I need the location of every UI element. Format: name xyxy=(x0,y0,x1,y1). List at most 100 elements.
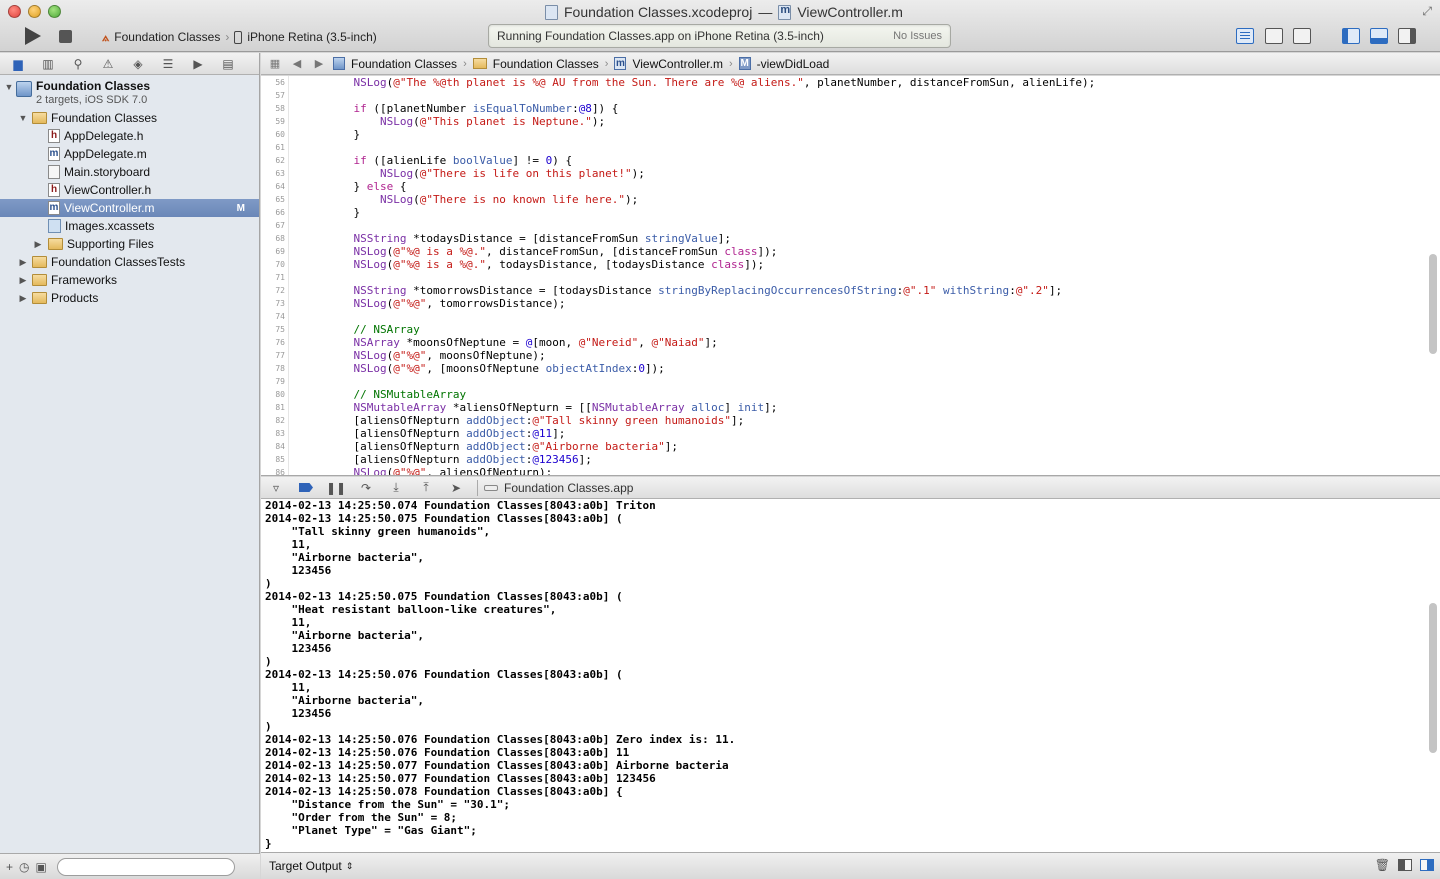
tree-item-label: ViewController.m xyxy=(64,201,155,215)
assistant-editor-button[interactable] xyxy=(1265,28,1283,44)
code-token: @"%@" xyxy=(393,362,427,375)
code-token: NSString xyxy=(353,284,407,297)
version-editor-button[interactable] xyxy=(1293,28,1311,44)
show-variables-view-button[interactable] xyxy=(1398,859,1412,871)
tree-item-frameworks[interactable]: ▶ Frameworks xyxy=(0,271,259,289)
step-over-button[interactable]: ↷ xyxy=(351,480,381,496)
code-line: NSLog(@"%@ is a %@.", distanceFromSun, [… xyxy=(327,245,1095,258)
project-navigator-tab-icon[interactable]: ▆ xyxy=(10,57,26,71)
breadcrumb-file[interactable]: ViewController.m xyxy=(632,57,722,71)
toggle-navigator-button[interactable] xyxy=(1342,28,1360,44)
standard-editor-button[interactable] xyxy=(1236,28,1254,44)
console-line: "Planet Type" = "Gas Giant"; xyxy=(265,824,477,837)
console-line: 11, xyxy=(265,616,312,629)
issue-navigator-tab-icon[interactable]: ⚠ xyxy=(100,57,116,71)
breakpoints-toggle-button[interactable] xyxy=(291,480,321,496)
code-token: , todaysDistance, [todaysDistance xyxy=(485,258,712,271)
disclosure-open-icon[interactable]: ▼ xyxy=(18,113,28,123)
run-button[interactable] xyxy=(22,26,44,46)
source-code[interactable]: NSLog(@"The %@th planet is %@ AU from th… xyxy=(327,76,1095,476)
simulate-location-button[interactable]: ➤ xyxy=(441,480,471,496)
breadcrumb-group[interactable]: Foundation Classes xyxy=(493,57,599,71)
tree-item-appdelegate-m[interactable]: m AppDelegate.m xyxy=(0,145,259,163)
related-items-icon[interactable]: ▦ xyxy=(267,57,283,70)
code-token: withString xyxy=(942,284,1010,297)
xcodeproj-icon xyxy=(545,4,558,20)
trash-icon[interactable]: 🗑 xyxy=(1375,858,1390,872)
code-token: [aliensOfNepturn xyxy=(327,440,467,453)
console-output[interactable]: 2014-02-13 14:25:50.074 Foundation Class… xyxy=(261,499,1440,852)
tree-item-label: Foundation Classes xyxy=(51,111,158,125)
zoom-window-button[interactable] xyxy=(48,5,61,18)
tree-item-appdelegate-h[interactable]: h AppDelegate.h xyxy=(0,127,259,145)
show-console-button[interactable] xyxy=(1420,859,1434,871)
tree-item-label: Products xyxy=(51,291,99,305)
forward-icon[interactable]: ▶ xyxy=(311,57,327,70)
pause-button[interactable]: ❚❚ xyxy=(321,480,351,496)
toggle-debug-area-button[interactable] xyxy=(1370,28,1388,44)
tree-item-foundation-classes-tests[interactable]: ▶ Foundation ClassesTests xyxy=(0,253,259,271)
pause-icon: ❚❚ xyxy=(325,480,347,495)
tree-item-products[interactable]: ▶ Products xyxy=(0,289,259,307)
minimize-window-button[interactable] xyxy=(28,5,41,18)
code-token: : xyxy=(572,102,579,115)
code-token: ]; xyxy=(704,336,718,349)
tree-item-viewcontroller-h[interactable]: h ViewController.h xyxy=(0,181,259,199)
symbol-navigator-tab-icon[interactable]: ▥ xyxy=(40,57,56,71)
code-token: stringByReplacingOccurrencesOfString xyxy=(658,284,897,297)
log-navigator-tab-icon[interactable]: ▤ xyxy=(220,57,236,71)
debug-process-name[interactable]: Foundation Classes.app xyxy=(504,481,633,495)
disclosure-closed-icon[interactable]: ▶ xyxy=(33,239,43,250)
tree-item-group-foundation-classes[interactable]: ▼ Foundation Classes xyxy=(0,109,259,127)
source-editor[interactable]: 56 57 58 59 60 61 62 63 64 65 66 67 68 69 70 71 72 73 74 75… xyxy=(261,76,1440,476)
disclosure-closed-icon[interactable]: ▶ xyxy=(18,257,28,268)
console-scrollbar[interactable] xyxy=(1429,603,1437,753)
tree-item-main-storyboard[interactable]: Main.storyboard xyxy=(0,163,259,181)
disclosure-open-icon[interactable]: ▼ xyxy=(4,82,14,92)
recent-files-icon[interactable]: ◷ xyxy=(19,860,29,874)
stop-button[interactable] xyxy=(56,26,74,46)
tree-item-project[interactable]: ▼ Foundation Classes 2 targets, iOS SDK … xyxy=(0,77,259,109)
code-token: NSMutableArray xyxy=(591,401,685,414)
search-navigator-tab-icon[interactable]: ⚲ xyxy=(70,57,86,71)
test-navigator-tab-icon[interactable]: ◈ xyxy=(130,57,146,71)
code-token: ([alienLife xyxy=(366,154,453,167)
back-icon[interactable]: ◀ xyxy=(289,57,305,70)
line-number: 61 xyxy=(275,143,285,152)
breakpoint-icon xyxy=(299,483,313,492)
close-window-button[interactable] xyxy=(8,5,21,18)
disclosure-closed-icon[interactable]: ▶ xyxy=(18,293,28,304)
tree-item-viewcontroller-m[interactable]: m ViewController.m M xyxy=(0,199,259,217)
debug-navigator-tab-icon[interactable]: ☰ xyxy=(160,57,176,71)
editor-scrollbar[interactable] xyxy=(1429,254,1437,354)
line-number: 58 xyxy=(275,104,285,113)
code-token: , aliensOfNepturn); xyxy=(426,466,553,476)
breadcrumb-method[interactable]: -viewDidLoad xyxy=(757,57,830,71)
step-into-button[interactable]: ⤓ xyxy=(381,480,411,496)
tree-item-supporting-files[interactable]: ▶ Supporting Files xyxy=(0,235,259,253)
source-control-filter-icon[interactable]: ▣ xyxy=(36,860,47,874)
output-selector[interactable]: Target Output ⇕ xyxy=(269,859,353,873)
disclosure-closed-icon[interactable]: ▶ xyxy=(18,275,28,286)
tree-item-images-xcassets[interactable]: Images.xcassets xyxy=(0,217,259,235)
line-number-gutter[interactable]: 56 57 58 59 60 61 62 63 64 65 66 67 68 69 70 71 72 73 74 75… xyxy=(261,76,289,475)
code-token: NSLog xyxy=(379,115,414,128)
breakpoint-navigator-tab-icon[interactable]: ▶ xyxy=(190,57,206,71)
hide-debug-area-button[interactable]: ▿ xyxy=(261,480,291,496)
toggle-utilities-button[interactable] xyxy=(1398,28,1416,44)
code-line: [aliensOfNepturn addObject:@"Airborne ba… xyxy=(327,440,1095,453)
asset-catalog-icon xyxy=(48,219,61,233)
code-token: ( xyxy=(413,115,420,128)
code-token: } xyxy=(327,180,367,193)
breadcrumb-project[interactable]: Foundation Classes xyxy=(351,57,457,71)
scheme-selector[interactable]: ⟑ Foundation Classes › iPhone Retina (3.… xyxy=(102,28,377,46)
navigator-filter-input[interactable] xyxy=(56,857,235,876)
step-out-button[interactable]: ⤒ xyxy=(411,480,441,496)
fullscreen-icon[interactable]: ⤢ xyxy=(1422,4,1432,19)
code-token: ); xyxy=(631,167,645,180)
add-icon[interactable]: + xyxy=(6,860,13,874)
